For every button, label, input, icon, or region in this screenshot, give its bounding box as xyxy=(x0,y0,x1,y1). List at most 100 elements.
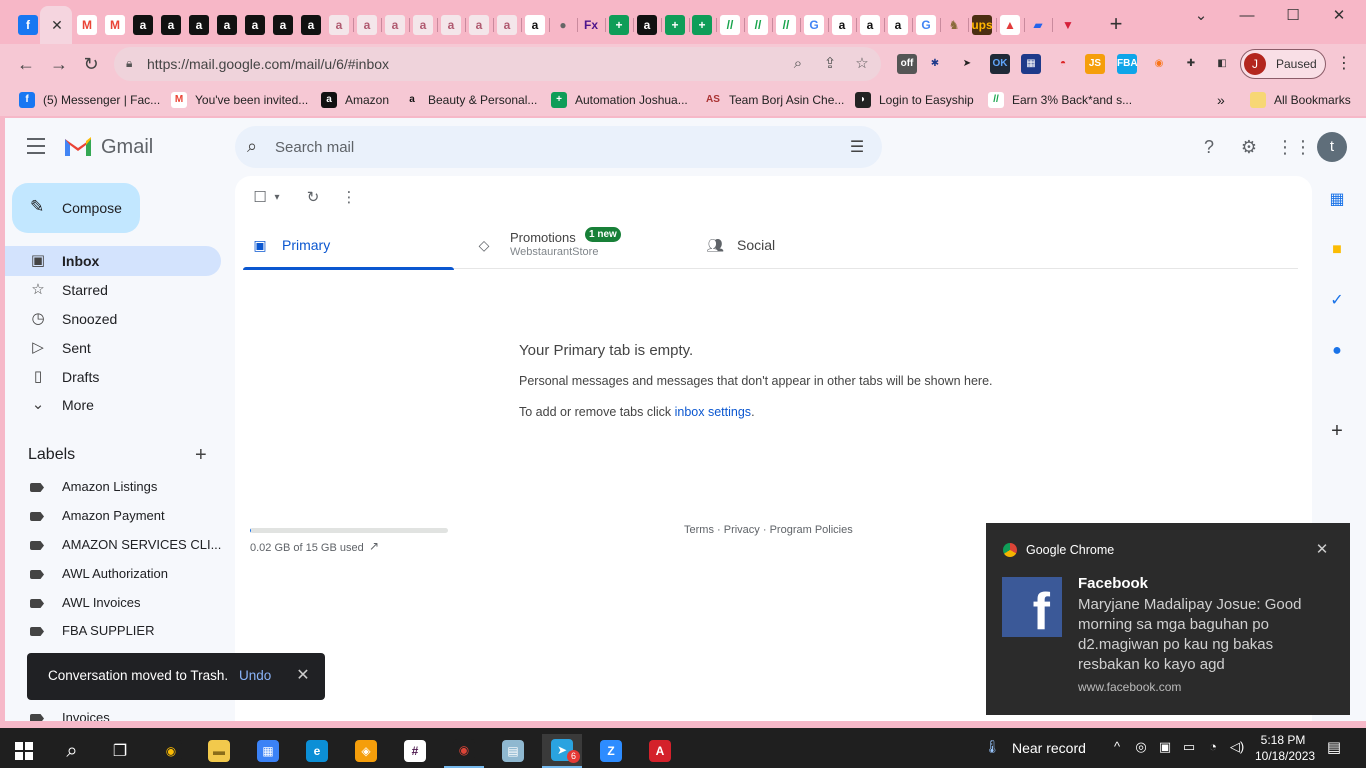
extensions-puzzle-icon[interactable]: ✚ xyxy=(1181,54,1201,74)
ext-pokeball-icon[interactable]: ◓ xyxy=(1053,54,1073,74)
amazon-smile-icon[interactable]: a xyxy=(441,15,461,35)
zoom-icon[interactable]: ⌕ xyxy=(789,55,807,73)
ext-off-icon[interactable]: off xyxy=(897,54,917,74)
nav-item-more[interactable]: ⌄ More xyxy=(5,390,221,420)
taskbar-app[interactable]: ➤ 6 xyxy=(542,734,582,768)
battery-icon[interactable]: ▭ xyxy=(1180,738,1198,756)
main-menu-icon[interactable] xyxy=(27,138,49,156)
ext-gear-icon[interactable]: ✱ xyxy=(925,54,945,74)
google-icon[interactable]: G xyxy=(804,15,824,35)
tab-search-icon[interactable]: ⌄ xyxy=(1178,4,1224,28)
notification-center-icon[interactable]: ▤ xyxy=(1324,738,1344,758)
google-icon[interactable]: G xyxy=(916,15,936,35)
amazon-icon[interactable]: a xyxy=(189,15,209,35)
select-dropdown-icon[interactable]: ▾ xyxy=(267,188,287,208)
policies-link[interactable]: Program Policies xyxy=(770,524,853,536)
cashback-icon[interactable]: // xyxy=(748,15,768,35)
shield-v-icon[interactable]: ▼ xyxy=(1058,15,1078,35)
taskbar-app[interactable]: # xyxy=(395,734,435,768)
tray-chevron-icon[interactable]: ^ xyxy=(1108,738,1126,756)
gmail-logo-icon[interactable] xyxy=(63,134,93,158)
ext-js-icon[interactable]: JS xyxy=(1085,54,1105,74)
reload-icon[interactable]: ↻ xyxy=(79,52,103,76)
taskbar-app[interactable]: ▤ xyxy=(493,734,533,768)
forward-icon[interactable]: → xyxy=(47,52,71,76)
chart-icon[interactable]: ▲ xyxy=(1000,15,1020,35)
sheets-plus-icon[interactable]: + xyxy=(609,15,629,35)
cashback-icon[interactable]: // xyxy=(720,15,740,35)
bookmark-item[interactable]: a Amazon xyxy=(321,91,389,109)
gmail-icon[interactable]: M xyxy=(105,15,125,35)
amazon-smile-icon[interactable]: a xyxy=(497,15,517,35)
taskbar-app[interactable]: ▦ xyxy=(248,734,288,768)
amazon-icon[interactable]: a xyxy=(832,15,852,35)
taskbar-app[interactable]: A xyxy=(640,734,680,768)
label-item[interactable]: Amazon Payment xyxy=(5,502,221,530)
undo-button[interactable]: Undo xyxy=(239,668,271,683)
account-avatar[interactable]: t xyxy=(1317,132,1347,162)
taskbar-app[interactable]: ◉ xyxy=(444,734,484,768)
bookmark-star-icon[interactable]: ☆ xyxy=(853,55,871,73)
bookmark-item[interactable]: // Earn 3% Back*and s... xyxy=(988,91,1132,109)
privacy-link[interactable]: Privacy xyxy=(724,524,760,536)
search-icon[interactable]: ⌕ xyxy=(247,136,269,158)
amazon-icon[interactable]: a xyxy=(217,15,237,35)
settings-gear-icon[interactable]: ⚙ xyxy=(1237,135,1261,159)
screen-capture-icon[interactable]: ▣ xyxy=(1156,738,1174,756)
ext-fba-icon[interactable]: FBA xyxy=(1117,54,1138,74)
new-tab-button[interactable]: + xyxy=(1104,12,1128,36)
amazon-smile-icon[interactable]: a xyxy=(329,15,349,35)
volume-icon[interactable]: ◁) xyxy=(1228,738,1246,756)
webcam-icon[interactable]: ◎ xyxy=(1132,738,1150,756)
search-taskbar-icon[interactable]: ⌕ xyxy=(52,734,92,768)
wifi-icon[interactable]: ◔ xyxy=(1204,738,1222,756)
amazon-icon[interactable]: a xyxy=(525,15,545,35)
terms-link[interactable]: Terms xyxy=(684,524,714,536)
amazon-smile-icon[interactable]: a xyxy=(469,15,489,35)
bookmark-item[interactable]: f (5) Messenger | Fac... xyxy=(19,91,160,109)
nav-item-sent[interactable]: ▷ Sent xyxy=(5,333,221,363)
search-options-icon[interactable]: ☰ xyxy=(847,137,867,157)
tab-social[interactable]: 👥︎ Social xyxy=(706,224,917,269)
taskbar-app[interactable]: Z xyxy=(591,734,631,768)
task-view-icon[interactable]: ❐ xyxy=(100,734,140,768)
ext-cursor-icon[interactable]: ➤ xyxy=(957,54,977,74)
bookmark-item[interactable]: M You've been invited... xyxy=(171,91,308,109)
amazon-icon[interactable]: a xyxy=(245,15,265,35)
gmail-icon[interactable]: M xyxy=(77,15,97,35)
keep-icon[interactable]: ■ xyxy=(1325,238,1349,262)
inbox-settings-link[interactable]: inbox settings xyxy=(675,405,751,419)
close-notification-icon[interactable]: ✕ xyxy=(1312,540,1332,560)
address-bar[interactable]: 🔒︎ https://mail.google.com/mail/u/6/#inb… xyxy=(114,47,881,81)
sheets-plus-icon[interactable]: + xyxy=(692,15,712,35)
deer-icon[interactable]: ♞ xyxy=(944,15,964,35)
amazon-icon[interactable]: a xyxy=(161,15,181,35)
weather-text[interactable]: Near record xyxy=(1012,740,1086,756)
amazon-icon[interactable]: a xyxy=(860,15,880,35)
nav-item-inbox[interactable]: ▣ Inbox xyxy=(5,246,221,276)
globe-icon[interactable]: ● xyxy=(553,15,573,35)
label-item[interactable]: Amazon Listings xyxy=(5,473,221,501)
taskbar-app[interactable]: ◉ xyxy=(151,734,191,768)
url-text[interactable]: https://mail.google.com/mail/u/6/#inbox xyxy=(147,56,389,72)
refresh-icon[interactable]: ↻ xyxy=(303,188,323,208)
bookmark-item[interactable]: + Automation Joshua... xyxy=(551,91,688,109)
profile-button[interactable]: J Paused xyxy=(1240,49,1326,79)
ext-flag-icon[interactable]: ▰ xyxy=(1028,15,1048,35)
fedex-icon[interactable]: Fx xyxy=(581,15,601,35)
sheets-plus-icon[interactable]: + xyxy=(665,15,685,35)
notification-toast[interactable]: Google Chrome ✕ f Facebook Maryjane Mada… xyxy=(986,523,1350,715)
ext-orange-icon[interactable]: ◉ xyxy=(1149,54,1169,74)
apps-grid-icon[interactable]: ⋮⋮ xyxy=(1276,135,1312,159)
facebook-icon[interactable]: f xyxy=(18,15,38,35)
get-addons-icon[interactable]: + xyxy=(1325,419,1349,443)
chrome-menu-icon[interactable]: ⋮ xyxy=(1334,54,1354,74)
ext-grid-icon[interactable]: ▦ xyxy=(1021,54,1041,74)
label-item[interactable]: FBA SUPPLIER xyxy=(5,617,221,645)
close-tab-icon[interactable]: ✕ xyxy=(47,15,67,35)
thermometer-icon[interactable]: 🌡︎ xyxy=(983,738,1001,756)
tasks-icon[interactable]: ✓ xyxy=(1325,289,1349,313)
taskbar-app[interactable]: e xyxy=(297,734,337,768)
back-icon[interactable]: ← xyxy=(14,52,38,76)
compose-button[interactable]: ✎ Compose xyxy=(12,183,140,233)
